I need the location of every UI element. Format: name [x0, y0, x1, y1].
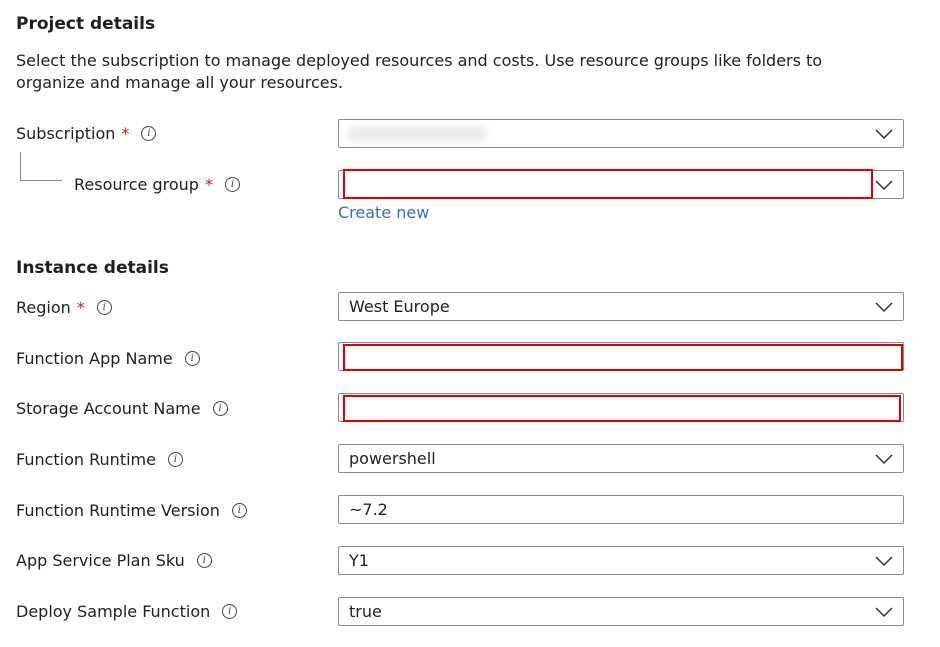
function-runtime-version-input[interactable]: ~7.2 [338, 495, 904, 524]
app-service-plan-sku-label-text: App Service Plan Sku [16, 551, 185, 570]
resource-group-label: Resource group * i [74, 175, 240, 194]
info-icon[interactable]: i [212, 401, 228, 416]
function-runtime-dropdown[interactable]: powershell [338, 444, 904, 473]
deploy-sample-function-label: Deploy Sample Function i [16, 602, 238, 621]
function-runtime-version-label: Function Runtime Version i [16, 501, 247, 520]
info-icon[interactable]: i [184, 351, 200, 366]
function-runtime-label: Function Runtime i [16, 450, 183, 469]
info-icon[interactable]: i [141, 126, 157, 141]
subscription-label-text: Subscription [16, 124, 116, 143]
resource-group-highlight [343, 169, 873, 199]
function-runtime-version-value: ~7.2 [349, 500, 388, 519]
required-mark: * [204, 175, 213, 194]
project-details-heading: Project details [16, 14, 156, 34]
deploy-sample-function-value: true [349, 602, 382, 621]
function-runtime-value: powershell [349, 449, 436, 468]
info-icon[interactable]: i [231, 503, 247, 518]
chevron-down-icon [875, 556, 893, 567]
create-new-link[interactable]: Create new [338, 203, 429, 222]
project-details-description: Select the subscription to manage deploy… [16, 51, 823, 92]
app-service-plan-sku-value: Y1 [349, 551, 369, 570]
required-mark: * [121, 124, 130, 143]
info-icon[interactable]: i [196, 553, 212, 568]
function-app-name-label-text: Function App Name [16, 349, 173, 368]
storage-account-name-label-text: Storage Account Name [16, 399, 201, 418]
region-dropdown[interactable]: West Europe [338, 292, 904, 321]
app-service-plan-sku-dropdown[interactable]: Y1 [338, 546, 904, 575]
chevron-down-icon [875, 607, 893, 618]
function-app-name-label: Function App Name i [16, 349, 200, 368]
subscription-redacted-value [347, 126, 487, 142]
instance-details-heading: Instance details [16, 258, 169, 278]
chevron-down-icon [875, 302, 893, 313]
function-runtime-label-text: Function Runtime [16, 450, 156, 469]
region-label-text: Region [16, 298, 71, 317]
function-app-name-highlight [343, 344, 903, 371]
tree-connector-horizontal [20, 180, 62, 181]
chevron-down-icon [875, 129, 893, 140]
resource-group-label-text: Resource group [74, 175, 199, 194]
chevron-down-icon [875, 180, 893, 191]
info-icon[interactable]: i [96, 300, 112, 315]
function-runtime-version-label-text: Function Runtime Version [16, 501, 220, 520]
app-service-plan-sku-label: App Service Plan Sku i [16, 551, 212, 570]
region-value: West Europe [349, 297, 450, 316]
subscription-dropdown[interactable] [338, 119, 904, 148]
chevron-down-icon [875, 454, 893, 465]
storage-account-name-highlight [343, 395, 901, 422]
region-label: Region * i [16, 298, 112, 317]
deploy-sample-function-label-text: Deploy Sample Function [16, 602, 211, 621]
info-icon[interactable]: i [222, 604, 238, 619]
subscription-label: Subscription * i [16, 124, 157, 143]
info-icon[interactable]: i [167, 452, 183, 467]
storage-account-name-label: Storage Account Name i [16, 399, 228, 418]
required-mark: * [76, 298, 85, 317]
deploy-sample-function-dropdown[interactable]: true [338, 597, 904, 626]
info-icon[interactable]: i [224, 177, 240, 192]
tree-connector-vertical [20, 152, 21, 180]
